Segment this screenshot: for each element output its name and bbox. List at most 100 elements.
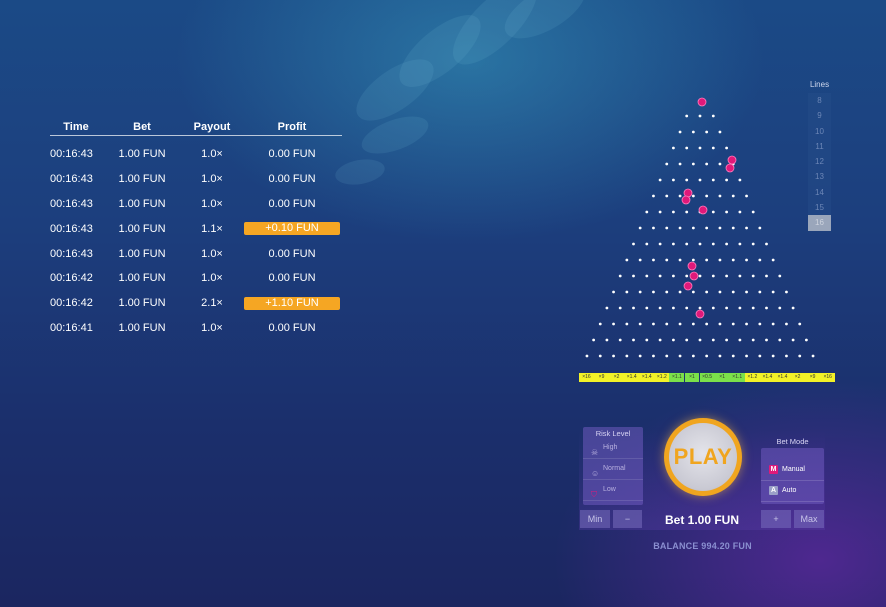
peg [798, 354, 802, 358]
header-time: Time [63, 120, 89, 133]
peg [612, 322, 615, 326]
peg [711, 242, 715, 246]
peg [731, 194, 735, 198]
ball [727, 155, 737, 165]
peg [718, 290, 722, 294]
peg [725, 274, 728, 278]
cell-payout: 1.0× [201, 148, 223, 161]
multiplier-slot: ×1 [684, 373, 700, 382]
peg [652, 322, 655, 326]
multiplier-slot: ×1.4 [639, 373, 655, 382]
risk-level-box: Risk Level ☠ High ☺Normal ⛉ Low [583, 427, 643, 505]
risk-option-low[interactable]: ⛉ Low [583, 480, 643, 501]
bet-mode-auto[interactable]: A Auto [761, 481, 824, 502]
peg [672, 274, 675, 278]
peg [711, 178, 715, 182]
peg [738, 178, 742, 182]
smile-icon: ☺ [591, 469, 600, 479]
cell-bet: 1.00 FUN [118, 247, 166, 260]
peg [705, 130, 709, 134]
skull-icon: ☠ [591, 448, 599, 458]
peg [718, 162, 722, 166]
peg [672, 306, 675, 310]
peg [598, 322, 602, 326]
peg [645, 338, 649, 342]
risk-option-high[interactable]: ☠ High [583, 438, 643, 459]
cell-payout: 2.1× [201, 297, 223, 310]
multiplier-slot: ×9 [805, 373, 821, 382]
risk-option-label: Normal [603, 465, 626, 472]
peg [678, 322, 682, 326]
peg [685, 306, 689, 310]
peg [618, 338, 622, 342]
multiplier-slot: ×1.1 [669, 373, 685, 382]
bet-mode-tag: M [769, 465, 778, 474]
peg [638, 290, 642, 294]
peg [678, 290, 682, 294]
peg [658, 306, 662, 310]
peg [778, 306, 782, 310]
cell-time: 00:16:43 [50, 222, 93, 235]
peg [612, 290, 615, 294]
peg [638, 354, 642, 358]
peg [711, 338, 715, 342]
peg [652, 354, 655, 358]
peg [691, 130, 695, 134]
peg [665, 258, 669, 262]
peg [771, 322, 775, 326]
play-button[interactable]: PLAY [664, 418, 742, 496]
multiplier-slot: ×0.5 [699, 373, 715, 382]
cell-profit: 0.00 FUN [268, 247, 316, 260]
cell-profit: 0.00 FUN [268, 272, 316, 285]
peg [632, 242, 635, 246]
peg [791, 306, 795, 310]
lines-title: Lines [809, 80, 830, 89]
cell-payout: 1.0× [201, 173, 223, 186]
peg [678, 226, 682, 230]
peg [638, 226, 642, 230]
multiplier-slot: ×1.4 [775, 373, 790, 382]
bet-mode-manual[interactable]: M Manual [761, 460, 824, 481]
peg [658, 242, 662, 246]
peg [665, 290, 669, 294]
peg [751, 210, 755, 214]
peg [711, 274, 715, 278]
peg [672, 338, 675, 342]
balance-label: BALANCE 994.20 FUN [653, 541, 752, 551]
header-payout: Payout [193, 120, 231, 133]
peg [698, 338, 702, 342]
peg [718, 194, 722, 198]
peg [711, 146, 715, 150]
peg [645, 210, 649, 214]
multiplier-slot: ×1.2 [744, 373, 760, 382]
bet-mode-box: Bet Mode M Manual A Auto [761, 437, 824, 504]
peg [745, 354, 748, 358]
peg [785, 322, 788, 326]
bet-mode-title: Bet Mode [776, 437, 809, 446]
peg [745, 194, 748, 198]
cell-payout: 1.0× [201, 321, 223, 334]
ball [683, 281, 693, 291]
multiplier-slot: ×1.4 [624, 373, 640, 382]
peg [805, 338, 808, 342]
peg [718, 258, 722, 262]
min-bet-button[interactable]: Min [580, 510, 610, 528]
cell-time: 00:16:42 [50, 297, 93, 310]
play-label: PLAY [669, 423, 737, 491]
table-row: 00:16:42 1.00 FUN 1.0× 0.00 FUN [50, 266, 342, 291]
header-bet: Bet [133, 120, 151, 133]
cell-profit-win: +0.10 FUN [242, 222, 342, 236]
plinko-board [585, 97, 815, 358]
risk-option-normal[interactable]: ☺Normal [583, 459, 643, 480]
peg [738, 210, 742, 214]
max-bet-button[interactable]: Max [794, 510, 824, 528]
peg [758, 354, 762, 358]
peg [625, 354, 629, 358]
peg [638, 322, 642, 326]
peg [672, 146, 675, 150]
risk-level-title: Risk Level [595, 429, 631, 438]
peg [771, 258, 775, 262]
peg [698, 178, 702, 182]
multiplier-slot: ×1.1 [729, 373, 745, 382]
win-badge: +1.10 FUN [244, 296, 340, 310]
